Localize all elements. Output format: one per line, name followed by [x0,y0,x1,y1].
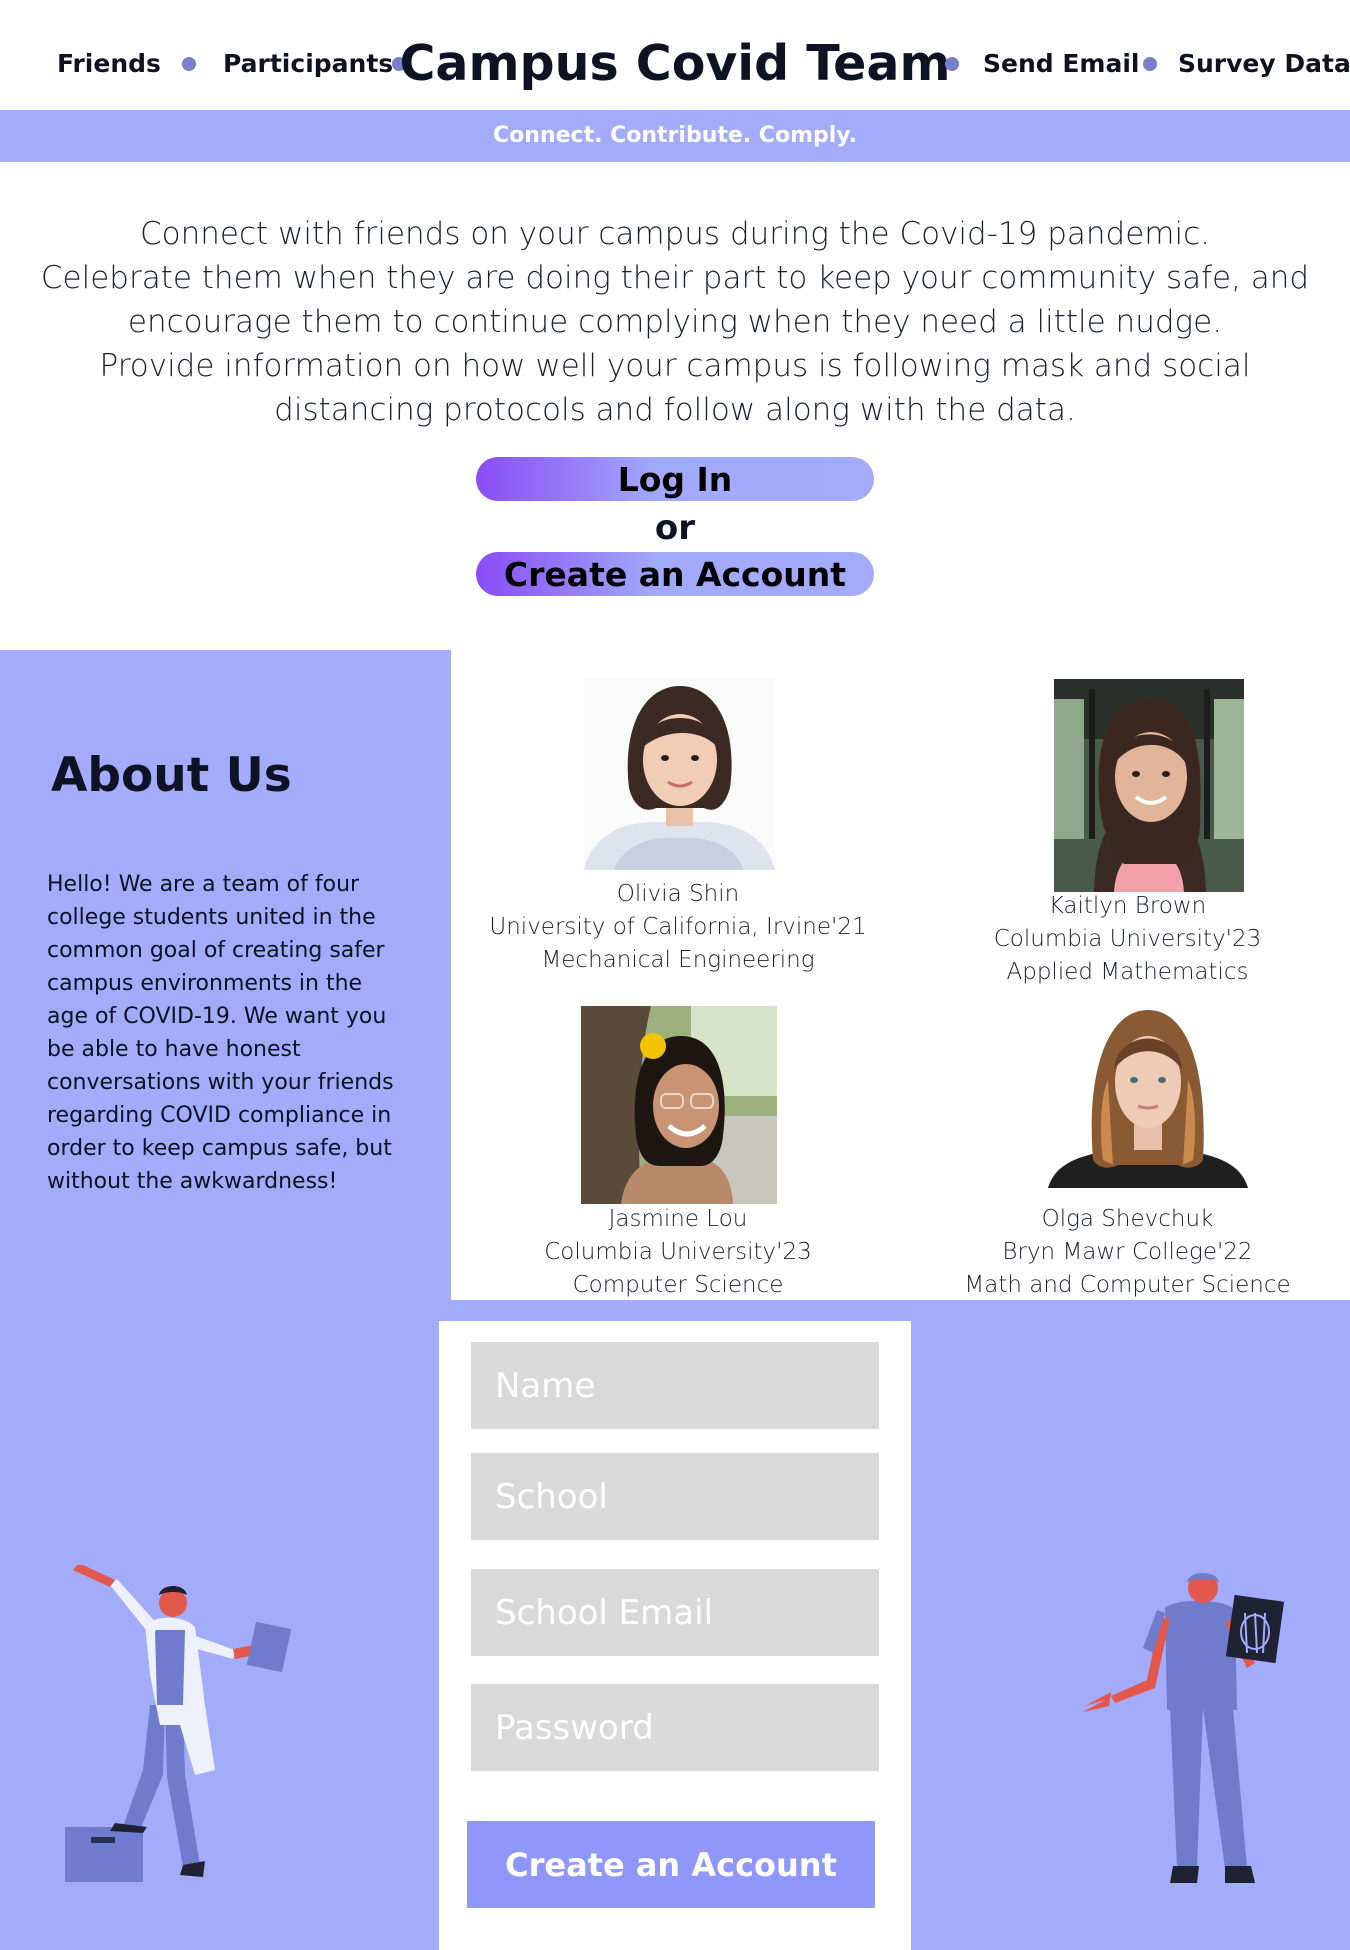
member-major: Math and Computer Science [964,1272,1291,1298]
school-email-field[interactable] [471,1569,879,1656]
school-field[interactable] [471,1453,879,1540]
nav-link-survey-data[interactable]: Survey Data [1178,48,1350,80]
doctor-illustration-icon [65,1565,292,1882]
nav-separator-dot [1143,57,1157,71]
team-member-card: Olivia Shin University of California, Ir… [451,878,905,977]
submit-create-account-button[interactable]: Create an Account [467,1821,875,1908]
portrait-icon [1048,1000,1248,1188]
intro-paragraph: Celebrate them when they are doing their… [40,260,1310,340]
member-school: Bryn Mawr College'22 [1002,1239,1253,1265]
member-major: Computer Science [572,1272,784,1298]
nav-separator-dot [182,57,196,71]
member-name: Olga Shevchuk [1041,1206,1214,1232]
name-field[interactable] [471,1342,879,1429]
team-member-card: Kaitlyn Brown Columbia University'23 App… [905,890,1350,989]
nav-separator-dot [945,57,959,71]
tagline-bar: Connect. Contribute. Comply. [0,110,1350,162]
member-photo [1048,1000,1248,1188]
intro-section: Connect with friends on your campus duri… [0,212,1350,432]
login-button[interactable]: Log In [476,457,874,501]
member-photo [584,678,775,870]
member-photo [1054,679,1244,892]
nav-separator-dot [392,57,406,71]
nav-link-send-email[interactable]: Send Email [983,48,1140,80]
member-school: University of California, Irvine'21 [489,914,867,940]
portrait-icon [581,1006,777,1204]
team-member-card: Olga Shevchuk Bryn Mawr College'22 Math … [905,1203,1350,1302]
about-us-title: About Us [51,748,292,803]
member-school: Columbia University'23 [544,1239,812,1265]
or-separator: or [654,508,696,548]
nurse-xray-illustration-icon [1083,1573,1285,1883]
tagline: Connect. Contribute. Comply. [493,123,857,148]
create-account-button[interactable]: Create an Account [476,552,874,596]
member-photo [581,1006,777,1204]
member-school: Columbia University'23 [993,926,1262,952]
nav-link-participants[interactable]: Participants [223,48,393,80]
password-field[interactable] [471,1684,879,1771]
member-name: Olivia Shin [616,881,740,907]
member-major: Mechanical Engineering [541,947,815,973]
member-name: Kaitlyn Brown [1048,893,1207,919]
intro-paragraph: Provide information on how well your cam… [99,348,1251,428]
member-major: Applied Mathematics [1006,959,1249,985]
nav-link-friends[interactable]: Friends [57,48,161,80]
intro-paragraph: Connect with friends on your campus duri… [140,216,1210,252]
portrait-icon [1054,679,1244,892]
team-member-card: Jasmine Lou Columbia University'23 Compu… [451,1203,905,1302]
portrait-icon [584,678,775,870]
about-us-text: Hello! We are a team of four college stu… [47,872,394,1194]
member-name: Jasmine Lou [608,1206,748,1232]
site-header: Friends Participants Campus Covid Team S… [0,0,1350,110]
